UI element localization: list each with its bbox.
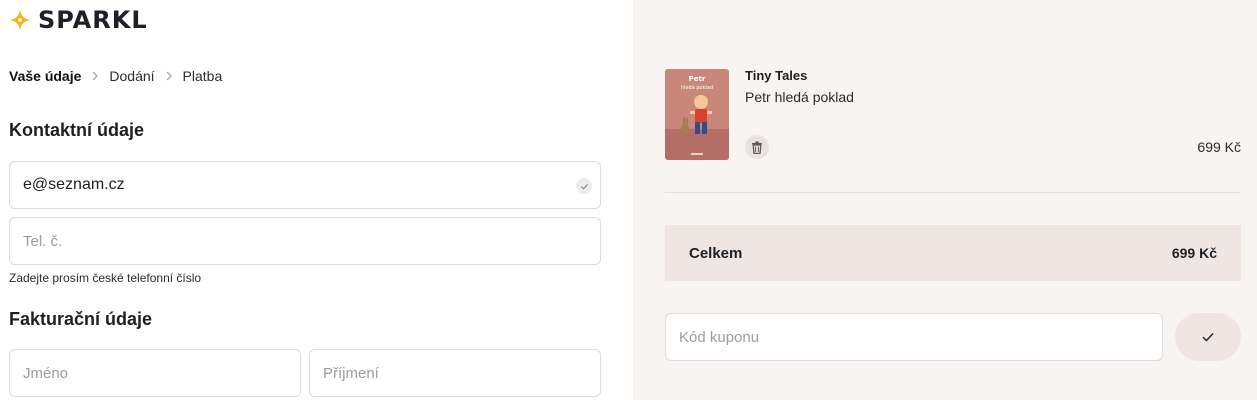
total-label: Celkem [689,244,743,262]
svg-text:Petr: Petr [689,75,706,83]
phone-hint: Zadejte prosím české telefonní číslo [9,271,202,285]
brand-name: SPARKL [38,6,148,34]
chevron-right-icon [155,71,183,81]
apply-coupon-button[interactable] [1175,313,1241,361]
checkout-form-panel: SPARKL Vaše údaje Dodání Platba Kontaktn… [0,0,633,400]
order-summary-panel: Petr hledá poklad Tiny Tales Petr hledá … [633,0,1257,400]
order-total: Celkem 699 Kč [665,225,1241,281]
sparkle-icon [9,9,31,31]
product-price: 699 Kč [1197,139,1241,155]
check-icon [1202,332,1214,342]
check-icon [576,178,592,194]
breadcrumb-step-delivery[interactable]: Dodání [109,68,154,84]
phone-placeholder: Tel. č. [23,232,63,250]
product-cover-image: Petr hledá poklad [665,69,729,160]
billing-section-title: Fakturační údaje [9,309,153,329]
coupon-input[interactable]: Kód kuponu [665,313,1163,361]
brand-logo[interactable]: SPARKL [8,6,148,34]
coupon-placeholder: Kód kuponu [679,328,760,346]
phone-field[interactable]: Tel. č. [9,217,601,265]
last-name-placeholder: Příjmení [323,364,379,382]
breadcrumb-step-payment[interactable]: Platba [183,68,223,84]
first-name-placeholder: Jméno [23,364,69,382]
product-brand: Tiny Tales [745,68,808,83]
remove-item-button[interactable] [745,135,769,159]
total-value: 699 Kč [1171,245,1217,261]
breadcrumb-step-details[interactable]: Vaše údaje [9,68,81,84]
svg-text:hledá poklad: hledá poklad [681,84,713,91]
divider [665,192,1241,193]
breadcrumb: Vaše údaje Dodání Platba [9,68,222,84]
last-name-field[interactable]: Příjmení [309,349,601,397]
email-value: e@seznam.cz [23,176,125,193]
first-name-field[interactable]: Jméno [9,349,301,397]
trash-icon [752,141,762,154]
chevron-right-icon [81,71,109,81]
product-title: Petr hledá poklad [745,89,854,105]
email-field[interactable]: e@seznam.cz [9,161,601,209]
contact-section-title: Kontaktní údaje [9,120,145,140]
